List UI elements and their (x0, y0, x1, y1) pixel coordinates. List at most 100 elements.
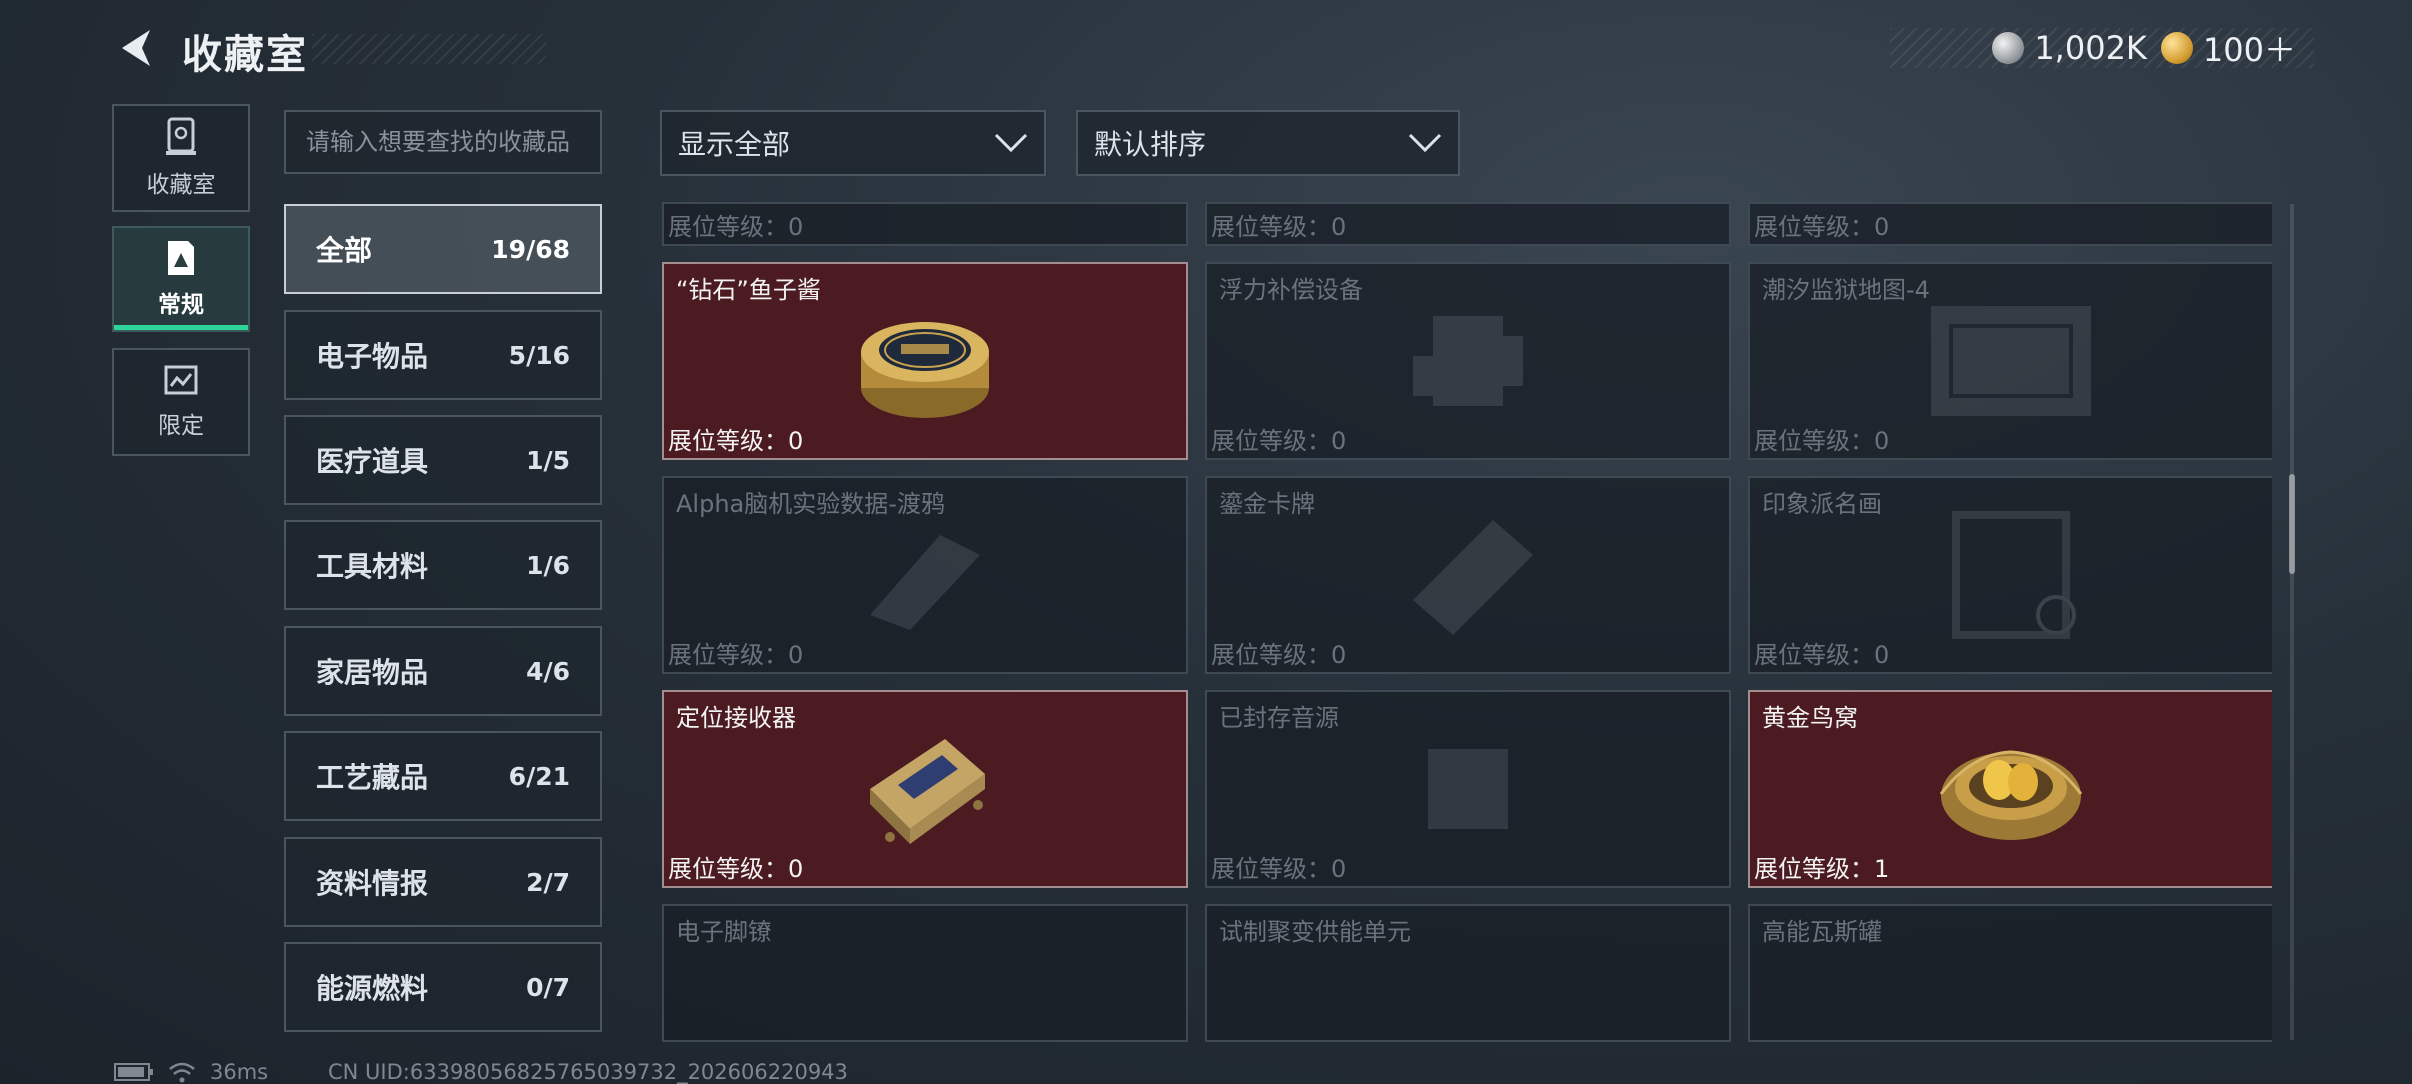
collection-card-locator-receiver[interactable]: 定位接收器 展位等级：0 (662, 690, 1188, 888)
card-name: 高能瓦斯罐 (1762, 918, 1882, 946)
currency-silver-value: 1,002K (2034, 29, 2147, 67)
silver-coin-icon (1992, 32, 2025, 64)
category-crafts[interactable]: 工艺藏品 6/21 (284, 731, 602, 821)
category-count: 19/68 (491, 234, 570, 264)
category-name: 医疗道具 (316, 445, 429, 478)
collection-card-sealed-audio[interactable]: 已封存音源 展位等级：0 (1205, 690, 1731, 888)
category-electronics[interactable]: 电子物品 5/16 (284, 310, 602, 400)
card-art (1750, 508, 2272, 642)
collection-card-golden-nest[interactable]: 黄金鸟窝 展位等级：1 (1748, 690, 2272, 888)
card-level: 展位等级：0 (1211, 213, 1347, 241)
card-art (664, 722, 1186, 856)
category-energy[interactable]: 能源燃料 0/7 (284, 942, 602, 1032)
card-level: 展位等级：0 (668, 855, 804, 883)
card-level: 展位等级：0 (668, 213, 804, 241)
status-bar: 36ms (114, 1060, 268, 1084)
currency-silver[interactable]: 1,002K (1992, 29, 2147, 67)
back-button[interactable] (112, 24, 160, 72)
chevron-down-icon (994, 133, 1028, 153)
category-intel[interactable]: 资料情报 2/7 (284, 837, 602, 927)
currency-bar: 1,002K 100＋ (1890, 25, 2314, 71)
collection-card-fusion-unit[interactable]: 试制聚变供能单元 (1205, 904, 1731, 1042)
card-level: 展位等级：0 (1211, 855, 1347, 883)
category-count: 5/16 (508, 340, 570, 370)
display-case-icon (166, 117, 196, 155)
collection-card-partial[interactable]: 展位等级：0 (1205, 202, 1731, 246)
category-count: 1/6 (526, 550, 570, 580)
battery-icon (114, 1063, 153, 1081)
card-art (1207, 294, 1729, 428)
collection-card-gas-canister[interactable]: 高能瓦斯罐 (1748, 904, 2272, 1042)
sort-dropdown[interactable]: 默认排序 (1076, 110, 1460, 176)
grid-scrollbar-thumb[interactable] (2289, 474, 2295, 574)
nav-regular[interactable]: 常规 (112, 226, 250, 332)
gold-coin-icon (2160, 32, 2193, 64)
nav-regular-label: 常规 (158, 292, 204, 318)
category-name: 工具材料 (316, 550, 429, 583)
card-level: 展位等级：0 (1211, 427, 1347, 455)
card-art (1207, 508, 1729, 642)
category-count: 1/5 (526, 445, 570, 475)
ping-value: 36ms (210, 1060, 269, 1084)
nav-limited-label: 限定 (158, 413, 204, 439)
currency-gold[interactable]: 100＋ (2160, 25, 2296, 71)
category-all[interactable]: 全部 19/68 (284, 204, 602, 294)
card-level: 展位等级：0 (1211, 641, 1347, 669)
title-decoration (312, 34, 546, 64)
sort-value: 默认排序 (1094, 128, 1207, 161)
nav-display-room[interactable]: 收藏室 (112, 104, 250, 212)
collection-card-alpha-data[interactable]: Alpha脑机实验数据-渡鸦 展位等级：0 (662, 476, 1188, 674)
show-filter-value: 显示全部 (678, 128, 791, 161)
collection-card-partial[interactable]: 展位等级：0 (1748, 202, 2272, 246)
card-icon (1413, 520, 1533, 635)
collection-card-painting[interactable]: 印象派名画 展位等级：0 (1748, 476, 2272, 674)
category-tools[interactable]: 工具材料 1/6 (284, 520, 602, 610)
receiver-icon (870, 739, 985, 844)
chevron-down-icon (1408, 133, 1442, 153)
category-name: 能源燃料 (316, 972, 429, 1005)
collection-card-gilded-card[interactable]: 鎏金卡牌 展位等级：0 (1205, 476, 1731, 674)
currency-gold-value: 100＋ (2202, 31, 2296, 69)
grid-scrollbar-track[interactable] (2290, 204, 2294, 1040)
category-name: 工艺藏品 (316, 761, 429, 794)
audio-icon (1428, 749, 1508, 829)
card-level: 展位等级：0 (668, 427, 804, 455)
collection-card-ankle-monitor[interactable]: 电子脚镣 (662, 904, 1188, 1042)
card-name: 试制聚变供能单元 (1219, 918, 1411, 946)
show-filter-dropdown[interactable]: 显示全部 (660, 110, 1046, 176)
user-uid: CN UID:63398056825765039732_202606220943 (328, 1060, 848, 1084)
nav-display-room-label: 收藏室 (146, 172, 216, 198)
search-input[interactable] (284, 110, 602, 174)
card-art (664, 508, 1186, 642)
card-art (1207, 722, 1729, 856)
category-household[interactable]: 家居物品 4/6 (284, 626, 602, 716)
category-count: 0/7 (526, 972, 570, 1002)
card-art (1750, 294, 2272, 428)
category-name: 资料情报 (316, 867, 429, 900)
regular-collection-icon (168, 241, 194, 275)
collection-grid: 展位等级：0 展位等级：0 展位等级：0 “钻石”鱼子酱 展位等级：0 浮力补偿… (660, 200, 2272, 1042)
page-title: 收藏室 (182, 32, 308, 78)
card-level: 展位等级：0 (1754, 641, 1890, 669)
limited-collection-icon (164, 365, 198, 395)
map-icon (1931, 306, 2091, 416)
category-medical[interactable]: 医疗道具 1/5 (284, 415, 602, 505)
card-level: 展位等级：0 (668, 641, 804, 669)
golden-nest-icon (1939, 750, 2083, 840)
collection-card-buoyancy-device[interactable]: 浮力补偿设备 展位等级：0 (1205, 262, 1731, 460)
collection-card-caviar[interactable]: “钻石”鱼子酱 展位等级：0 (662, 262, 1188, 460)
card-level: 展位等级：1 (1754, 855, 1890, 883)
card-art (664, 294, 1186, 428)
card-art (1750, 722, 2272, 856)
collection-card-partial[interactable]: 展位等级：0 (662, 202, 1188, 246)
category-count: 6/21 (508, 761, 570, 791)
category-name: 电子物品 (316, 340, 429, 373)
card-name: 电子脚镣 (676, 918, 772, 946)
card-level: 展位等级：0 (1754, 427, 1890, 455)
card-level: 展位等级：0 (1754, 213, 1890, 241)
category-count: 2/7 (526, 867, 570, 897)
painting-icon (1952, 511, 2076, 639)
nav-limited[interactable]: 限定 (112, 348, 250, 456)
category-name: 家居物品 (316, 656, 429, 689)
collection-card-prison-map[interactable]: 潮汐监狱地图-4 展位等级：0 (1748, 262, 2272, 460)
